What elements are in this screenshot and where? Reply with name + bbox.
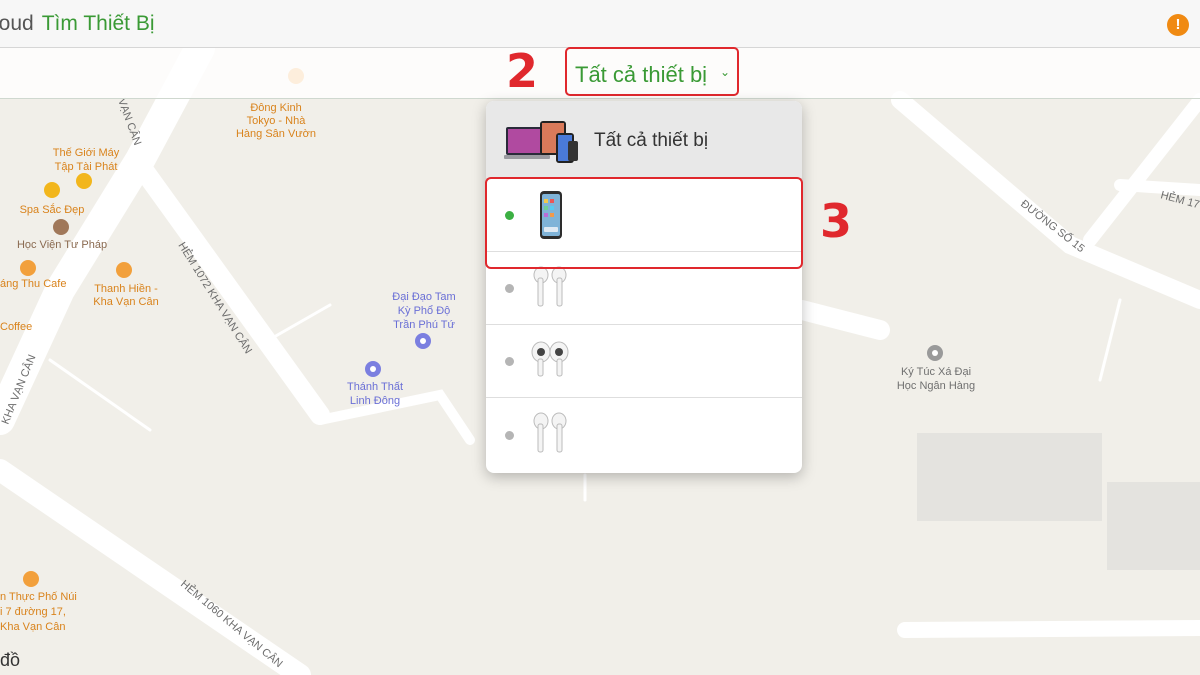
svg-text:Đông Kinh: Đông Kinh (250, 102, 301, 114)
svg-text:Thế Giới Máy: Thế Giới Máy (53, 147, 120, 159)
svg-text:Spa Sắc Đẹp: Spa Sắc Đẹp (20, 203, 85, 216)
all-devices-item[interactable]: Tất cả thiết bị (486, 101, 802, 179)
building-block (1107, 482, 1200, 570)
svg-text:Đại Đạo Tam: Đại Đạo Tam (392, 291, 455, 303)
svg-text:Thánh Thất: Thánh Thất (347, 381, 403, 393)
device-list-dropdown: Tất cả thiết bị (486, 101, 802, 473)
svg-text:Tập Tài Phát: Tập Tài Phát (55, 161, 118, 173)
svg-text:n Thực Phố Núi: n Thực Phố Núi (0, 591, 77, 603)
svg-text:Tokyo - Nhà: Tokyo - Nhà (247, 115, 307, 127)
svg-text:i 7 đường 17,: i 7 đường 17, (0, 606, 66, 618)
svg-text:Linh Đông: Linh Đông (350, 395, 400, 407)
spa-icon (44, 182, 60, 198)
airpods-pro-icon (531, 341, 569, 377)
step-3-annotation: 3 (820, 194, 853, 248)
svg-text:Trần Phú Tứ: Trần Phú Tứ (393, 319, 455, 331)
offline-status-dot (505, 431, 514, 440)
chevron-down-icon: ⌄ (720, 65, 731, 79)
map-footer-label: đồ (0, 650, 21, 670)
step-2-annotation: 2 (506, 44, 539, 98)
all-devices-dropdown-button[interactable]: Tất cả thiết bị ⌄ (565, 47, 739, 96)
svg-text:Kha Vạn Cân: Kha Vạn Cân (93, 296, 158, 308)
device-row-airpods-2[interactable] (486, 398, 802, 473)
school-icon (53, 219, 69, 235)
svg-text:Kỳ Phổ Độ: Kỳ Phổ Độ (398, 305, 451, 317)
offline-status-dot (505, 284, 514, 293)
icloud-label: loud (0, 12, 34, 35)
svg-text:Thanh Hiền -: Thanh Hiền - (94, 283, 158, 295)
cafe-icon (20, 260, 36, 276)
svg-text:Coffee: Coffee (0, 321, 32, 333)
svg-text:Học Viện Tư Pháp: Học Viện Tư Pháp (17, 239, 107, 251)
svg-text:Học Ngân Hàng: Học Ngân Hàng (897, 380, 975, 392)
svg-text:áng Thu Cafe: áng Thu Cafe (0, 278, 66, 290)
all-devices-item-label: Tất cả thiết bị (594, 130, 709, 151)
offline-status-dot (505, 357, 514, 366)
top-header: loud Tìm Thiết Bị ! (0, 0, 1200, 48)
svg-text:Kha Vạn Cân: Kha Vạn Cân (0, 621, 65, 633)
svg-text:Hàng Sân Vườn: Hàng Sân Vườn (236, 128, 316, 140)
device-row-airpods-pro[interactable] (486, 325, 802, 398)
restaurant-icon (23, 571, 39, 587)
find-devices-label[interactable]: Tìm Thiết Bị (42, 12, 155, 35)
all-devices-icon (504, 121, 578, 163)
airpods-icon (533, 412, 567, 453)
svg-text:Ký Túc Xá Đại: Ký Túc Xá Đại (901, 366, 971, 378)
shop-icon (76, 173, 92, 189)
alert-icon[interactable]: ! (1167, 14, 1189, 36)
device-selector-label: Tất cả thiết bị (575, 62, 708, 87)
app-title: loud Tìm Thiết Bị (0, 12, 155, 36)
airpods-icon (533, 266, 567, 307)
restaurant-icon (116, 262, 132, 278)
building-block (917, 433, 1102, 521)
step-3-highlight-box (485, 177, 803, 269)
